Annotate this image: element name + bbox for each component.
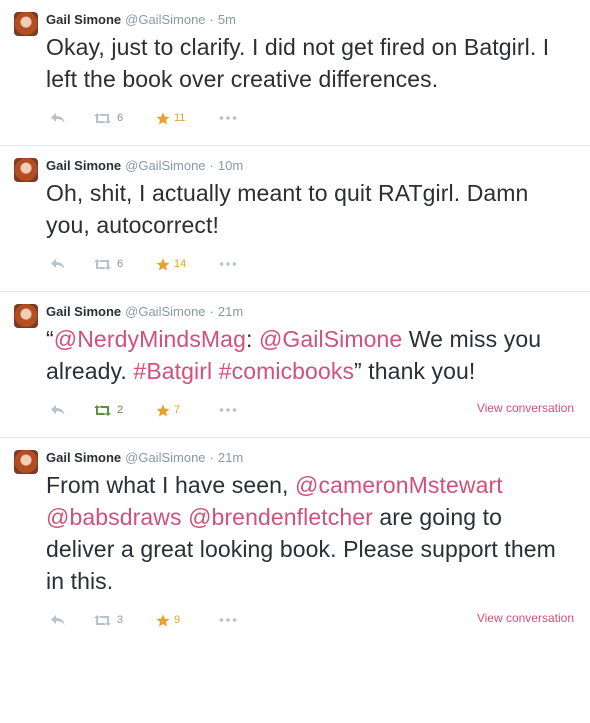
username[interactable]: @GailSimone xyxy=(125,156,205,176)
tweet-header: Gail Simone @GailSimone · 21m xyxy=(46,302,576,322)
tweet-text-segment: “ xyxy=(46,326,54,352)
reply-button[interactable] xyxy=(46,112,93,124)
tweet-text-segment: Okay, just to clarify. I did not get fir… xyxy=(46,34,550,92)
favorite-count: 11 xyxy=(174,112,186,124)
retweet-count: 2 xyxy=(117,404,124,416)
reply-icon xyxy=(51,615,65,625)
tweet[interactable]: Gail Simone @GailSimone · 21m From what … xyxy=(0,438,590,633)
avatar[interactable] xyxy=(14,12,38,36)
tweet-link[interactable]: @NerdyMindsMag xyxy=(54,326,246,352)
fullname[interactable]: Gail Simone xyxy=(46,10,121,30)
more-icon xyxy=(219,408,237,412)
retweet-count: 6 xyxy=(117,112,124,124)
reply-icon xyxy=(51,405,65,415)
tweet-actions: 2 7 View conversation xyxy=(46,397,576,423)
retweet-count: 6 xyxy=(117,258,124,270)
fullname[interactable]: Gail Simone xyxy=(46,302,121,322)
reply-icon xyxy=(51,259,65,269)
tweet[interactable]: Gail Simone @GailSimone · 10m Oh, shit, … xyxy=(0,146,590,292)
tweet-text: “@NerdyMindsMag: @GailSimone We miss you… xyxy=(46,323,576,387)
tweet-link[interactable]: @cameronMstewart xyxy=(295,472,503,498)
retweet-count: 3 xyxy=(117,614,124,626)
reply-button[interactable] xyxy=(46,614,93,626)
view-conversation-link[interactable]: View conversation xyxy=(477,611,574,625)
tweet-text: Oh, shit, I actually meant to quit RATgi… xyxy=(46,177,576,241)
retweet-button[interactable]: 2 xyxy=(93,404,156,417)
avatar[interactable] xyxy=(14,158,38,182)
separator-dot: · xyxy=(209,450,214,465)
retweet-icon xyxy=(94,404,111,416)
reply-button[interactable] xyxy=(46,404,93,416)
tweet-link[interactable]: #Batgirl xyxy=(133,358,212,384)
tweet-text-segment: Oh, shit, I actually meant to quit RATgi… xyxy=(46,180,529,238)
tweet-header: Gail Simone @GailSimone · 10m xyxy=(46,156,576,176)
username[interactable]: @GailSimone xyxy=(125,10,205,30)
star-icon xyxy=(156,112,170,124)
more-icon xyxy=(219,262,237,266)
tweet-header: Gail Simone @GailSimone · 21m xyxy=(46,448,576,468)
fullname[interactable]: Gail Simone xyxy=(46,448,121,468)
timestamp[interactable]: 21m xyxy=(218,302,243,322)
tweet-text-segment: : xyxy=(245,326,259,352)
retweet-button[interactable]: 3 xyxy=(93,614,156,627)
tweet-actions: 6 11 xyxy=(46,105,576,131)
fullname[interactable]: Gail Simone xyxy=(46,156,121,176)
favorite-button[interactable]: 9 xyxy=(156,614,219,627)
tweet-link[interactable]: @babsdraws xyxy=(46,504,182,530)
timestamp[interactable]: 10m xyxy=(218,156,243,176)
retweet-icon xyxy=(94,258,111,270)
retweet-icon xyxy=(94,614,111,626)
view-conversation-link[interactable]: View conversation xyxy=(477,401,574,415)
more-icon xyxy=(219,618,237,622)
timestamp[interactable]: 5m xyxy=(218,10,236,30)
more-icon xyxy=(219,116,237,120)
star-icon xyxy=(156,258,170,270)
retweet-icon xyxy=(94,112,111,124)
more-button[interactable] xyxy=(219,262,259,266)
tweet-actions: 6 14 xyxy=(46,251,576,277)
tweet-actions: 3 9 View conversation xyxy=(46,607,576,633)
reply-icon xyxy=(51,113,65,123)
tweet-text: Okay, just to clarify. I did not get fir… xyxy=(46,31,576,95)
separator-dot: · xyxy=(209,158,214,173)
username[interactable]: @GailSimone xyxy=(125,448,205,468)
favorite-count: 7 xyxy=(174,404,181,416)
tweet-text: From what I have seen, @cameronMstewart … xyxy=(46,469,576,597)
more-button[interactable] xyxy=(219,618,259,622)
favorite-button[interactable]: 11 xyxy=(156,112,219,125)
tweet-link[interactable]: @brendenfletcher xyxy=(188,504,373,530)
retweet-button[interactable]: 6 xyxy=(93,258,156,271)
tweet[interactable]: Gail Simone @GailSimone · 5m Okay, just … xyxy=(0,0,590,146)
separator-dot: · xyxy=(209,12,214,27)
tweet-text-segment: ” thank you! xyxy=(354,358,476,384)
tweet[interactable]: Gail Simone @GailSimone · 21m “@NerdyMin… xyxy=(0,292,590,438)
favorite-count: 9 xyxy=(174,614,181,626)
timeline: Gail Simone @GailSimone · 5m Okay, just … xyxy=(0,0,590,633)
star-icon xyxy=(156,614,170,626)
tweet-link[interactable]: #comicbooks xyxy=(219,358,354,384)
timestamp[interactable]: 21m xyxy=(218,448,243,468)
avatar[interactable] xyxy=(14,450,38,474)
more-button[interactable] xyxy=(219,116,259,120)
tweet-link[interactable]: @GailSimone xyxy=(259,326,402,352)
favorite-count: 14 xyxy=(174,258,187,270)
reply-button[interactable] xyxy=(46,258,93,270)
favorite-button[interactable]: 14 xyxy=(156,258,219,271)
more-button[interactable] xyxy=(219,408,259,412)
retweet-button[interactable]: 6 xyxy=(93,112,156,125)
tweet-text-segment: From what I have seen, xyxy=(46,472,296,498)
separator-dot: · xyxy=(209,304,214,319)
username[interactable]: @GailSimone xyxy=(125,302,205,322)
favorite-button[interactable]: 7 xyxy=(156,404,219,417)
avatar[interactable] xyxy=(14,304,38,328)
tweet-header: Gail Simone @GailSimone · 5m xyxy=(46,10,576,30)
star-icon xyxy=(156,404,170,416)
